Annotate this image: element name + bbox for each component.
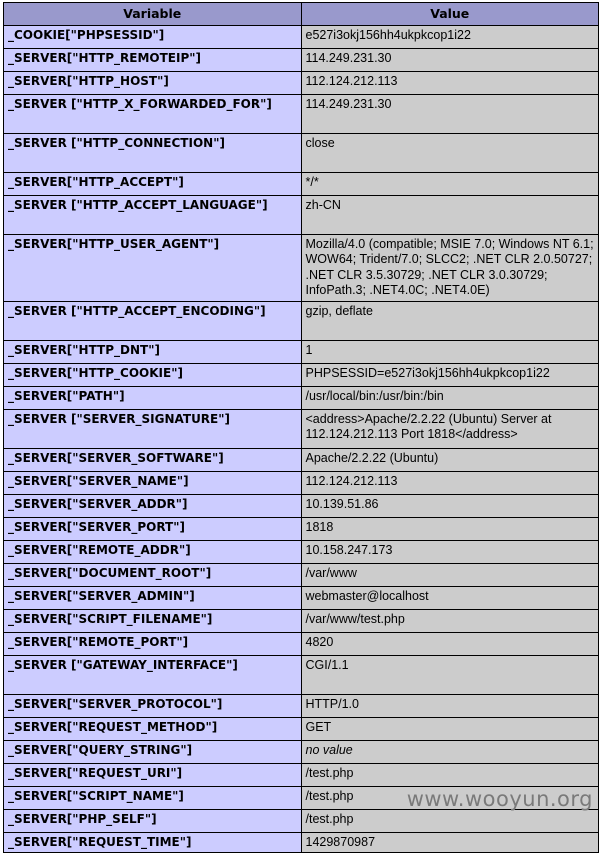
table-row: _SERVER["SCRIPT_FILENAME"]/var/www/test.… [3,608,599,633]
table-row: _SERVER["SERVER_ADDR"] 10.139.51.86 [3,493,599,518]
variable-value-cell: /usr/local/bin:/usr/bin:/bin [300,385,599,410]
variable-name-cell: _SERVER["SERVER_ADMIN"] [3,585,302,610]
table-row: _SERVER["HTTP_DNT"] 1 [3,339,599,364]
table-row: _SERVER["SERVER_SOFTWARE"] Apache/2.2.22 … [3,447,599,472]
table-row: _SERVER["SERVER_NAME"] 112.124.212.113 [3,470,599,495]
variable-value-cell: zh-CN [300,194,599,235]
variable-name-cell: _SERVER["HTTP_DNT"] [3,339,302,364]
table-row: _SERVER["SERVER_PORT"] 1818 [3,516,599,541]
variable-column-header: Variable [3,2,302,26]
table-row: _SERVER["QUERY_STRING"] no value [3,739,599,764]
variable-name-cell: _SERVER["SERVER_NAME"] [3,470,302,495]
variable-name-cell: _SERVER["REMOTE_ADDR"] [3,539,302,564]
table-row: _SERVER["PATH"]/usr/local/bin:/usr/bin:/… [3,385,599,410]
variable-value-cell: 1 [300,339,599,364]
variable-name-cell: _SERVER ["GATEWAY_INTERFACE"] [3,654,302,695]
variable-name-cell: _SERVER["HTTP_HOST"] [3,70,302,95]
table-row: _SERVER["REQUEST_URI"]/test.php [3,762,599,787]
variable-value-cell: 112.124.212.113 [300,470,599,495]
variable-value-cell: webmaster@localhost [300,585,599,610]
variable-name-cell: _SERVER["REQUEST_METHOD"] [3,716,302,741]
table-row: _SERVER ["HTTP_X_FORWARDED_FOR"] 114.249.… [3,93,599,134]
table-row: _SERVER["PHP_SELF"]/test.php [3,808,599,833]
table-row: _SERVER["DOCUMENT_ROOT"]/var/www [3,562,599,587]
table-row: _SERVER["HTTP_REMOTEIP"] 114.249.231.30 [3,47,599,72]
variable-value-cell: Mozilla/4.0 (compatible; MSIE 7.0; Windo… [300,233,599,302]
value-column-header: Value [300,2,599,26]
table-row: _SERVER["HTTP_HOST"] 112.124.212.113 [3,70,599,95]
variable-name-cell: _SERVER["SERVER_PROTOCOL"] [3,693,302,718]
variable-value-cell: PHPSESSID=e527i3okj156hh4ukpkcop1i22 [300,362,599,387]
table-row: _SERVER ["GATEWAY_INTERFACE"] CGI/1.1 [3,654,599,695]
variable-value-cell: GET [300,716,599,741]
variable-name-cell: _SERVER["REMOTE_PORT"] [3,631,302,656]
php-variables-table: Variable Value _COOKIE["PHPSESSID"] e527i… [3,2,599,853]
variable-name-cell: _SERVER["PHP_SELF"] [3,808,302,833]
variable-value-cell: /test.php [300,808,599,833]
table-row: _SERVER["REQUEST_METHOD"] GET [3,716,599,741]
variable-name-cell: _SERVER["DOCUMENT_ROOT"] [3,562,302,587]
variable-value-cell: /test.php [300,762,599,787]
variable-value-cell: 10.139.51.86 [300,493,599,518]
variable-name-cell: _SERVER ["HTTP_ACCEPT_LANGUAGE"] [3,194,302,235]
variable-value-cell: CGI/1.1 [300,654,599,695]
variable-value-cell: e527i3okj156hh4ukpkcop1i22 [300,24,599,49]
variable-value-cell: 1429870987 [300,831,599,853]
variable-value-cell: Apache/2.2.22 (Ubuntu) [300,447,599,472]
table-body: _COOKIE["PHPSESSID"] e527i3okj156hh4ukpkc… [3,24,599,853]
variable-value-cell: 114.249.231.30 [300,47,599,72]
variable-name-cell: _SERVER["HTTP_REMOTEIP"] [3,47,302,72]
variable-value-cell: /var/www [300,562,599,587]
table-header-row: Variable Value [3,2,599,26]
table-row: _SERVER ["HTTP_ACCEPT_LANGUAGE"] zh-CN [3,194,599,235]
variable-name-cell: _SERVER["SCRIPT_NAME"] [3,785,302,810]
variable-value-cell: close [300,132,599,173]
variable-name-cell: _SERVER["SERVER_ADDR"] [3,493,302,518]
variable-name-cell: _SERVER["PATH"] [3,385,302,410]
variable-name-cell: _SERVER["HTTP_COOKIE"] [3,362,302,387]
table-row: _COOKIE["PHPSESSID"] e527i3okj156hh4ukpkc… [3,24,599,49]
variable-name-cell: _SERVER ["HTTP_CONNECTION"] [3,132,302,173]
table-row: _SERVER["SERVER_ADMIN"] webmaster@localho… [3,585,599,610]
watermark-text: www.wooyun.org [406,787,593,811]
variable-name-cell: _SERVER ["HTTP_ACCEPT_ENCODING"] [3,300,302,341]
variable-value-cell: <address>Apache/2.2.22 (Ubuntu) Server a… [300,408,599,449]
variable-value-cell: no value [300,739,599,764]
table-row: _SERVER ["HTTP_CONNECTION"] close [3,132,599,173]
variable-name-cell: _SERVER ["SERVER_SIGNATURE"] [3,408,302,449]
variable-name-cell: _SERVER["HTTP_USER_AGENT"] [3,233,302,302]
variable-name-cell: _SERVER["SERVER_SOFTWARE"] [3,447,302,472]
table-row: _SERVER ["SERVER_SIGNATURE"] <address>Apa… [3,408,599,449]
variable-name-cell: _SERVER["HTTP_ACCEPT"] [3,171,302,196]
variable-value-cell: gzip, deflate [300,300,599,341]
table-row: _SERVER["HTTP_USER_AGENT"] Mozilla/4.0 (c… [3,233,599,302]
variable-name-cell: _SERVER["SCRIPT_FILENAME"] [3,608,302,633]
variable-name-cell: _COOKIE["PHPSESSID"] [3,24,302,49]
table-row: _SERVER["HTTP_ACCEPT"] */* [3,171,599,196]
variable-name-cell: _SERVER["QUERY_STRING"] [3,739,302,764]
variable-name-cell: _SERVER["REQUEST_URI"] [3,762,302,787]
variable-value-cell: /var/www/test.php [300,608,599,633]
variable-name-cell: _SERVER["REQUEST_TIME"] [3,831,302,853]
variable-value-cell: 112.124.212.113 [300,70,599,95]
variable-value-cell: 114.249.231.30 [300,93,599,134]
variable-value-cell: 10.158.247.173 [300,539,599,564]
table-row: _SERVER["REMOTE_PORT"] 4820 [3,631,599,656]
variable-value-cell: HTTP/1.0 [300,693,599,718]
variable-value-cell: 4820 [300,631,599,656]
table-row: _SERVER["HTTP_COOKIE"] PHPSESSID=e527i3ok… [3,362,599,387]
table-row: _SERVER ["HTTP_ACCEPT_ENCODING"] gzip, de… [3,300,599,341]
variable-name-cell: _SERVER["SERVER_PORT"] [3,516,302,541]
table-row: _SERVER["SERVER_PROTOCOL"] HTTP/1.0 [3,693,599,718]
table-row: _SERVER["REMOTE_ADDR"] 10.158.247.173 [3,539,599,564]
variable-name-cell: _SERVER ["HTTP_X_FORWARDED_FOR"] [3,93,302,134]
variable-value-cell: */* [300,171,599,196]
variable-value-cell: 1818 [300,516,599,541]
table-row: _SERVER["REQUEST_TIME"] 1429870987 [3,831,599,853]
